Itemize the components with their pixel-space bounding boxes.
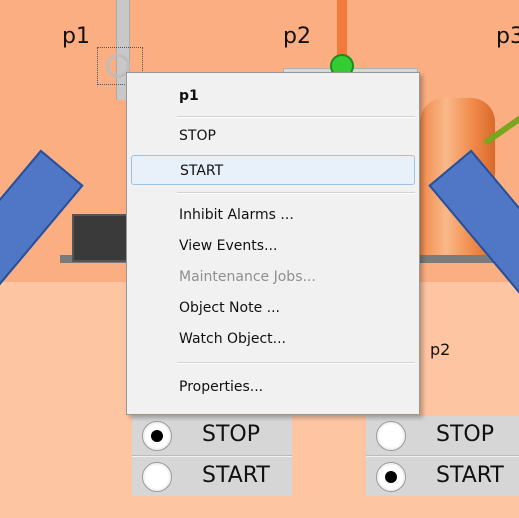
p2-start-radio[interactable] bbox=[376, 462, 406, 492]
p2-start-option[interactable]: START bbox=[366, 456, 519, 496]
menu-item-start[interactable]: START bbox=[131, 155, 415, 185]
p1-tag-label: p1 bbox=[62, 24, 90, 49]
context-menu: p1 STOP START Inhibit Alarms ... View Ev… bbox=[126, 72, 420, 415]
menu-item-stop[interactable]: STOP bbox=[131, 121, 415, 151]
menu-item-properties[interactable]: Properties... bbox=[131, 372, 415, 402]
menu-item-label: Object Note ... bbox=[179, 300, 280, 316]
p2-stop-label: STOP bbox=[436, 422, 494, 447]
menu-header-p1: p1 bbox=[131, 81, 415, 111]
p2-stop-radio[interactable] bbox=[376, 421, 406, 451]
menu-separator bbox=[177, 192, 415, 194]
menu-item-object-note[interactable]: Object Note ... bbox=[131, 293, 415, 323]
menu-item-label: START bbox=[180, 163, 224, 179]
menu-item-label: STOP bbox=[179, 128, 216, 144]
p1-stop-option[interactable]: STOP bbox=[132, 416, 292, 456]
p2-start-label: START bbox=[436, 463, 504, 488]
p2-control-panel: STOP START bbox=[366, 416, 519, 496]
p1-start-option[interactable]: START bbox=[132, 456, 292, 496]
p2-pipe bbox=[337, 0, 347, 60]
p1-control-panel: STOP START bbox=[132, 416, 292, 496]
p1-start-label: START bbox=[202, 463, 270, 488]
menu-item-inhibit-alarms[interactable]: Inhibit Alarms ... bbox=[131, 200, 415, 230]
p2-control-label: p2 bbox=[430, 340, 451, 359]
menu-header-label: p1 bbox=[179, 88, 199, 104]
menu-separator bbox=[177, 116, 415, 118]
menu-item-label: Maintenance Jobs... bbox=[179, 269, 316, 285]
p1-start-radio[interactable] bbox=[142, 462, 172, 492]
p1-stop-label: STOP bbox=[202, 422, 260, 447]
menu-item-label: Properties... bbox=[179, 379, 264, 395]
menu-separator bbox=[177, 362, 415, 364]
p1-stop-radio[interactable] bbox=[142, 421, 172, 451]
menu-item-maintenance-jobs: Maintenance Jobs... bbox=[131, 262, 415, 292]
p2-tag-label: p2 bbox=[283, 24, 311, 49]
menu-item-label: Watch Object... bbox=[179, 331, 286, 347]
menu-item-watch-object[interactable]: Watch Object... bbox=[131, 324, 415, 354]
p2-stop-option[interactable]: STOP bbox=[366, 416, 519, 456]
menu-item-label: Inhibit Alarms ... bbox=[179, 207, 294, 223]
p3-tag-label: p3 bbox=[496, 24, 519, 49]
menu-item-view-events[interactable]: View Events... bbox=[131, 231, 415, 261]
menu-item-label: View Events... bbox=[179, 238, 278, 254]
